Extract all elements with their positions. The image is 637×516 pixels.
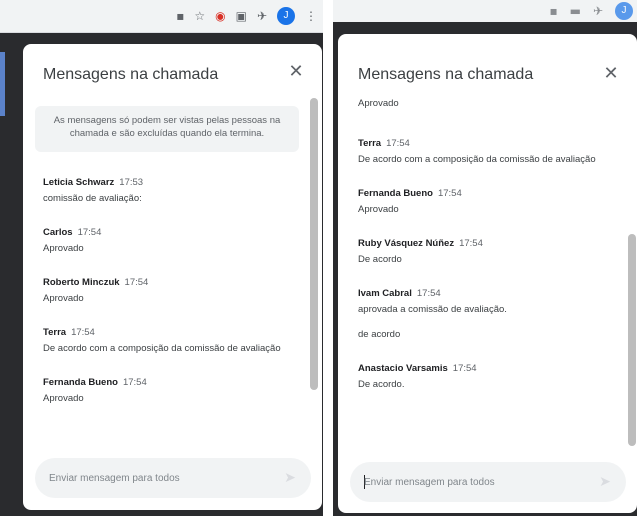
message-sender: Ruby Vásquez Núñez [358,238,455,249]
message-sender: Terra [43,327,67,338]
message-sender: Leticia Schwarz [43,177,115,188]
message-text: Aprovado [43,243,84,254]
chat-panel: Mensagens na chamada ✕ As mensagens só p… [23,44,322,510]
close-icon[interactable]: ✕ [284,60,308,84]
message-time: 17:54 [459,238,483,249]
list-item: Roberto Minczuk 17:54 Aprovado [43,276,293,306]
send-icon[interactable]: ➤ [281,469,299,487]
message-text: aprovada a comissão de avaliação. [358,304,507,315]
list-item: Anastacio Varsamis 17:54 De acordo. [358,362,608,392]
message-text: Aprovado [43,293,84,304]
close-icon[interactable]: ✕ [599,62,623,86]
chat-header: Mensagens na chamada ✕ [338,34,637,94]
star-icon[interactable]: ☆ [194,7,205,25]
chat-header: Mensagens na chamada ✕ [23,44,322,104]
meet-window-right: ▪ ▬ ✈ J Mensagens na chamada ✕ Aprovado … [333,0,637,516]
panel-title: Mensagens na chamada [43,66,219,83]
list-item: Carlos 17:54 Aprovado [43,226,293,256]
message-time: 17:54 [386,138,410,149]
message-text: comissão de avaliação: [43,193,142,204]
browser-toolbar: ▪ ▬ ✈ J [333,0,637,22]
profile-avatar[interactable]: J [615,2,633,20]
message-time: 17:54 [122,377,147,388]
message-list: Leticia Schwarz 17:53 comissão de avaliaç… [43,176,293,426]
message-text: De acordo com a composição da comissão d… [358,154,596,165]
browser-toolbar: ▪ ☆ ◉ ▣ ✈ J ⋮ [0,0,323,33]
message-text: Aprovado [358,98,399,109]
list-item: Ruby Vásquez Núñez 17:54 De acordo [358,237,608,267]
message-composer: ➤ [350,462,626,502]
list-item: Ivam Cabral 17:54 aprovada a comissão de … [358,287,608,342]
chat-panel: Mensagens na chamada ✕ Aprovado Terra 17:… [338,34,637,513]
message-time: 17:54 [77,227,102,238]
message-time: 17:54 [71,327,95,338]
message-sender: Roberto Minczuk [43,277,120,288]
message-list: Aprovado Terra 17:54 De acordo com a comp… [358,96,608,412]
pin-icon[interactable]: ✈ [257,7,267,25]
message-text: de acordo [358,329,401,340]
list-item: Fernanda Bueno 17:54 Aprovado [358,187,608,217]
message-time: 17:54 [452,363,477,374]
message-text: Aprovado [358,204,399,215]
message-input[interactable] [49,458,269,498]
profile-avatar[interactable]: J [277,7,295,25]
call-tile-edge [0,52,5,116]
grid-icon[interactable]: ▪ [176,7,184,25]
message-composer: ➤ [35,458,311,498]
meet-window-left: ▪ ☆ ◉ ▣ ✈ J ⋮ Mensagens na chamada ✕ As … [0,0,323,516]
message-sender: Fernanda Bueno [43,377,118,388]
monitor-icon[interactable]: ▣ [236,7,247,25]
monitor-icon[interactable]: ▬ [570,2,581,20]
panel-title: Mensagens na chamada [358,66,534,83]
message-sender: Terra [358,138,382,149]
send-icon[interactable]: ➤ [596,473,614,491]
chat-info-notice: As mensagens só podem ser vistas pelas p… [35,106,299,152]
scrollbar[interactable] [628,234,636,446]
pin-icon[interactable]: ✈ [593,2,603,20]
list-item: Leticia Schwarz 17:53 comissão de avaliaç… [43,176,293,206]
list-item: Terra 17:54 De acordo com a composição da… [358,137,608,167]
message-text: Aprovado [43,393,84,404]
list-item: Terra 17:54 De acordo com a composição da… [43,326,293,356]
list-item: Aprovado [358,96,608,111]
message-sender: Ivam Cabral [358,288,412,299]
message-time: 17:53 [119,177,144,188]
message-time: 17:54 [124,277,149,288]
message-time: 17:54 [416,288,441,299]
message-text: De acordo com a composição da comissão d… [43,343,281,354]
message-sender: Fernanda Bueno [358,188,433,199]
more-icon[interactable]: ⋮ [305,7,317,25]
extension-icon[interactable]: ◉ [215,7,225,25]
message-input[interactable] [364,462,584,502]
grid-icon[interactable]: ▪ [549,2,557,20]
list-item: Fernanda Bueno 17:54 Aprovado [43,376,293,406]
message-time: 17:54 [437,188,462,199]
scrollbar[interactable] [310,98,318,390]
message-text: De acordo [358,254,402,265]
message-sender: Anastacio Varsamis [358,363,448,374]
message-text: De acordo. [358,379,405,390]
message-sender: Carlos [43,227,73,238]
